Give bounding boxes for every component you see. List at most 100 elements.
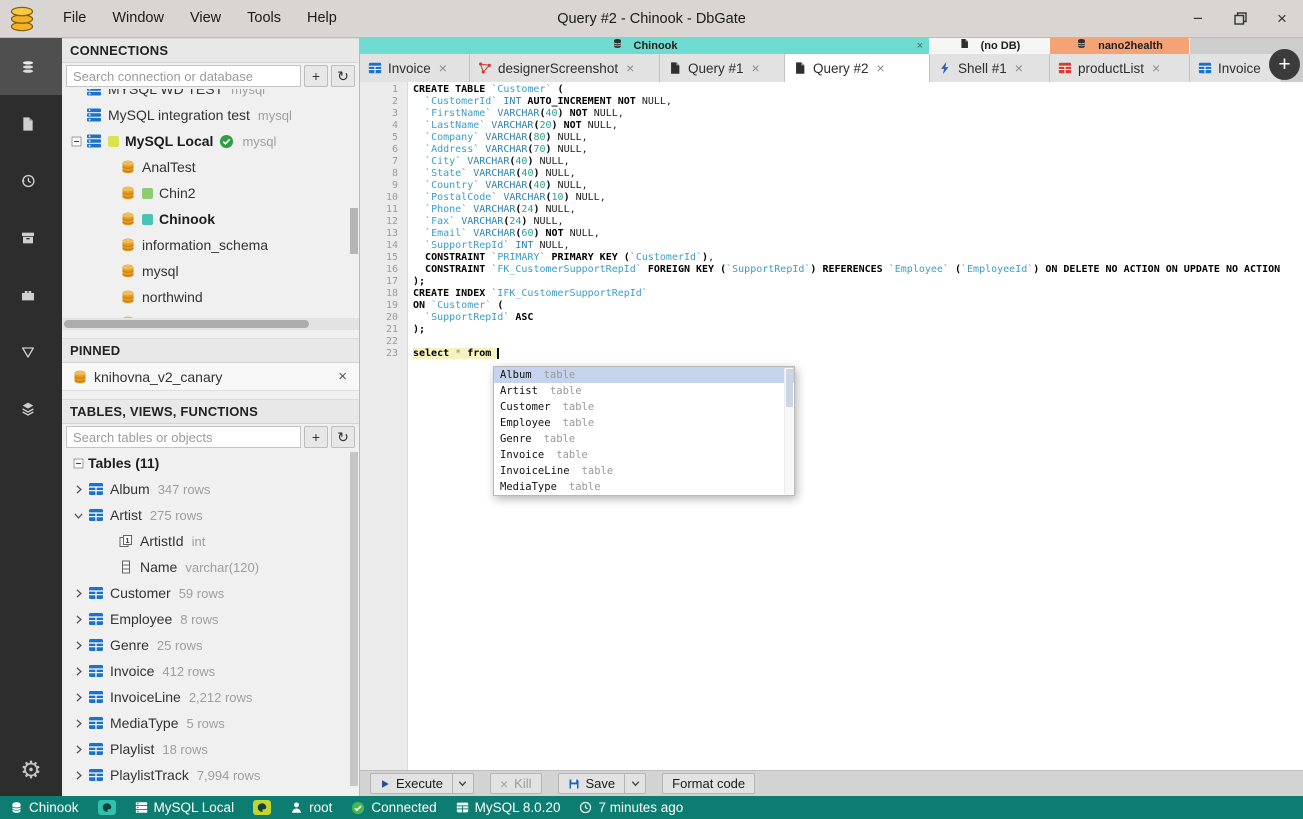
menu-view[interactable]: View [177,0,234,37]
chevron-right-icon[interactable] [68,717,88,730]
collapse-icon[interactable] [68,457,88,470]
tab-group-chinook[interactable]: Chinook × [360,38,930,54]
chevron-right-icon[interactable] [68,665,88,678]
database-row[interactable]: Chinook [62,206,359,232]
database-row[interactable]: mysql [62,258,359,284]
refresh-connections-button[interactable]: ↻ [331,65,355,87]
autocomplete-item[interactable]: Album table [494,367,794,383]
autocomplete-item[interactable]: MediaType table [494,479,794,495]
chevron-right-icon[interactable] [68,483,88,496]
tab-close-icon[interactable]: × [1015,60,1023,76]
tab-group--no-db-[interactable]: (no DB) [930,38,1050,54]
execute-dropdown-button[interactable] [451,773,474,794]
close-icon[interactable]: × [1261,0,1303,37]
chevron-right-icon[interactable] [68,587,88,600]
tab-close-icon[interactable]: × [877,60,885,76]
sql-editor[interactable]: 1 2 3 4 5 6 7 8 9 10 11 12 13 14 15 16 17 18 19 20 21 22 23 CR… [360,82,1303,770]
database-row[interactable]: information_schema [62,232,359,258]
database-row[interactable]: AnalTest [62,154,359,180]
menu-tools[interactable]: Tools [234,0,294,37]
tab-productlist[interactable]: productList × [1050,54,1190,82]
database-row[interactable]: Chin2 [62,180,359,206]
tab-query-1[interactable]: Query #1 × [660,54,785,82]
save-button[interactable]: Save [557,773,625,794]
tab-close-icon[interactable]: × [752,60,760,76]
table-row[interactable]: PlaylistTrack 7,994 rows [62,762,359,788]
table-row[interactable]: Invoice 412 rows [62,658,359,684]
database-widget[interactable] [0,38,62,95]
chevron-right-icon[interactable] [68,613,88,626]
kill-button[interactable]: × Kill [489,773,542,794]
table-row[interactable]: InvoiceLine 2,212 rows [62,684,359,710]
menu-file[interactable]: File [50,0,99,37]
autocomplete-item[interactable]: Invoice table [494,447,794,463]
unpin-icon[interactable]: × [338,368,359,385]
collapse-icon[interactable] [66,135,86,148]
tab-invoice[interactable]: Invoice [1190,54,1282,82]
chevron-right-icon[interactable] [68,691,88,704]
status-connection[interactable]: MySQL Local [135,800,234,815]
chevron-down-icon[interactable] [68,509,88,522]
menu-window[interactable]: Window [99,0,177,37]
status-user[interactable]: root [290,800,332,815]
tab-query-2[interactable]: Query #2 × [785,54,930,82]
files-widget[interactable] [0,95,62,152]
close-group-icon[interactable]: × [917,40,923,52]
save-dropdown-button[interactable] [624,773,647,794]
autocomplete-item[interactable]: InvoiceLine table [494,463,794,479]
database-row[interactable]: northwind [62,284,359,310]
tab-group-nano2health[interactable]: nano2health [1050,38,1190,54]
format-code-button[interactable]: Format code [662,773,756,794]
autocomplete-item[interactable]: Customer table [494,399,794,415]
table-row[interactable]: Artist 275 rows [62,502,359,528]
status-database[interactable]: Chinook [10,800,79,815]
connections-horizontal-scrollbar[interactable] [62,318,359,330]
tab-close-icon[interactable]: × [439,60,447,76]
query-widget[interactable] [0,323,62,380]
history-widget[interactable] [0,152,62,209]
chevron-right-icon[interactable] [68,769,88,782]
restore-icon[interactable] [1219,0,1261,37]
minimize-icon[interactable]: − [1177,0,1219,37]
tab-close-icon[interactable]: × [1152,60,1160,76]
tables-vertical-scrollbar[interactable] [350,452,358,786]
autocomplete-item[interactable]: Artist table [494,383,794,399]
settings-button[interactable]: ⚙ [0,744,62,796]
tab-invoice[interactable]: Invoice × [360,54,470,82]
pinned-item[interactable]: knihovna_v2_canary × [62,363,359,391]
menu-help[interactable]: Help [294,0,350,37]
tables-group-row[interactable]: Tables (11) [62,450,359,476]
connection-row[interactable]: MySQL Local mysql [62,128,359,154]
add-tab-button[interactable]: + [1269,49,1300,80]
plugins-widget[interactable] [0,266,62,323]
add-connection-button[interactable]: + [304,65,328,87]
column-row[interactable]: 1 ArtistId int [62,528,359,554]
chevron-right-icon[interactable] [68,743,88,756]
connections-vertical-scrollbar[interactable] [350,208,358,254]
autocomplete-scrollbar[interactable] [784,368,793,494]
table-row[interactable]: Customer 59 rows [62,580,359,606]
connection-row[interactable]: MYSQL WD TEST mysql [62,89,359,102]
table-row[interactable]: Album 347 rows [62,476,359,502]
connections-search-input[interactable] [66,65,301,87]
table-row[interactable]: MediaType 5 rows [62,710,359,736]
connection-row[interactable]: MySQL integration test mysql [62,102,359,128]
autocomplete-item[interactable]: Genre table [494,431,794,447]
add-table-button[interactable]: + [304,426,328,448]
tab-close-icon[interactable]: × [626,60,634,76]
table-row[interactable]: Playlist 18 rows [62,736,359,762]
scrollbar-thumb[interactable] [64,320,309,328]
table-row[interactable]: Employee 8 rows [62,606,359,632]
autocomplete-item[interactable]: Employee table [494,415,794,431]
table-row[interactable]: Genre 25 rows [62,632,359,658]
database-row[interactable] [62,310,359,318]
archive-widget[interactable] [0,209,62,266]
cell-data-widget[interactable] [0,380,62,437]
column-row[interactable]: Name varchar(120) [62,554,359,580]
refresh-tables-button[interactable]: ↻ [331,426,355,448]
chevron-right-icon[interactable] [68,639,88,652]
tab-shell-1[interactable]: Shell #1 × [930,54,1050,82]
execute-button[interactable]: Execute [370,773,452,794]
tables-search-input[interactable] [66,426,301,448]
tab-designerscreenshot[interactable]: designerScreenshot × [470,54,660,82]
